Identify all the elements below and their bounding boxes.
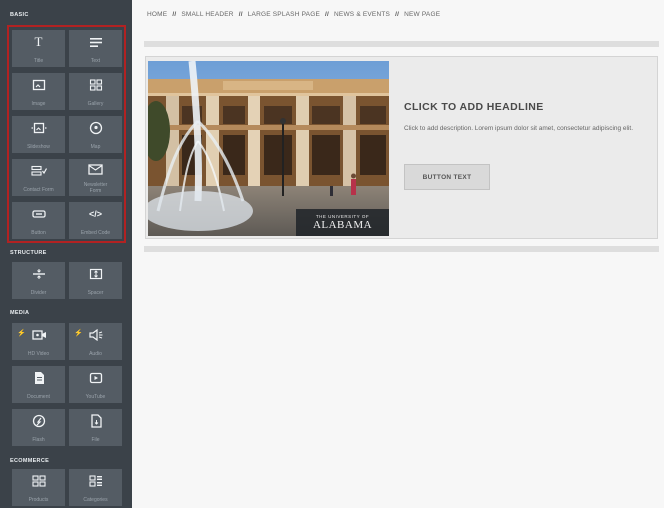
tile-label: HD Video (27, 350, 50, 357)
campus-photo[interactable]: THE UNIVERSITY OF ALABAMA (148, 61, 389, 236)
gallery-icon (69, 78, 122, 92)
tile-label: Contact Form (23, 186, 54, 193)
tile-label: Gallery (87, 100, 104, 107)
audio-icon (69, 328, 122, 342)
tile-label: Title (33, 57, 44, 64)
slideshow-icon (12, 121, 65, 135)
section-divider-top[interactable] (144, 41, 659, 47)
flash-icon (12, 414, 65, 428)
tile-label: Categories (83, 496, 108, 503)
tile-contact-form[interactable]: Contact Form (12, 159, 65, 196)
tile-flash[interactable]: Flash (12, 409, 65, 446)
page-canvas: HOME // SMALL HEADER // LARGE SPLASH PAGE // N… (132, 0, 664, 508)
section-divider-bottom[interactable] (144, 246, 659, 252)
newsletter-icon (69, 162, 122, 176)
tile-newsletter-form[interactable]: Newsletter Form (69, 159, 122, 196)
tile-image[interactable]: Image (12, 73, 65, 110)
products-icon (12, 474, 65, 488)
photo-caption-large: ALABAMA (312, 219, 373, 231)
tile-hd-video[interactable]: ⚡ HD Video (12, 323, 65, 360)
tile-categories[interactable]: Categories (69, 469, 122, 506)
page-navigation: HOME // SMALL HEADER // LARGE SPLASH PAGE // N… (147, 11, 440, 18)
nav-item-home[interactable]: HOME (147, 11, 167, 18)
splash-section[interactable]: THE UNIVERSITY OF ALABAMA CLICK TO ADD H… (145, 56, 658, 239)
tile-label: Divider (30, 289, 47, 296)
tile-divider[interactable]: Divider (12, 262, 65, 299)
image-icon (12, 78, 65, 92)
file-icon (69, 414, 122, 428)
tile-label: Map (90, 143, 101, 150)
categories-icon (69, 474, 122, 488)
tile-label: Audio (89, 350, 102, 357)
nav-separator: // (172, 11, 177, 18)
nav-item-new-page[interactable]: NEW PAGE (404, 11, 440, 18)
tile-file[interactable]: File (69, 409, 122, 446)
hero-description[interactable]: Click to add description. Lorem ipsum do… (404, 124, 652, 134)
divider-icon (12, 267, 65, 281)
section-label-basic: BASIC (10, 12, 29, 18)
element-sidebar: BASIC T Title Text Image Gallery Slidesh… (0, 0, 132, 508)
video-icon (12, 328, 65, 342)
tile-document[interactable]: Document (12, 366, 65, 403)
tile-label: Text (90, 57, 101, 64)
tile-label: Spacer (87, 289, 104, 296)
contact-form-icon (12, 164, 65, 178)
tile-slideshow[interactable]: Slideshow (12, 116, 65, 153)
tile-label: Products (28, 496, 49, 503)
youtube-icon (69, 371, 122, 385)
hero-button[interactable]: BUTTON TEXT (404, 164, 490, 190)
tile-audio[interactable]: ⚡ Audio (69, 323, 122, 360)
tile-button[interactable]: Button (12, 202, 65, 239)
nav-item-news-events[interactable]: NEWS & EVENTS (334, 11, 390, 18)
tile-embed-code[interactable]: </> Embed Code (69, 202, 122, 239)
tile-title[interactable]: T Title (12, 30, 65, 67)
section-label-structure: STRUCTURE (10, 250, 47, 256)
tile-label: YouTube (85, 393, 106, 400)
tile-label: Flash (32, 436, 45, 443)
map-icon (69, 121, 122, 135)
nav-separator: // (395, 11, 400, 18)
hero-headline[interactable]: CLICK TO ADD HEADLINE (404, 101, 544, 113)
tile-youtube[interactable]: YouTube (69, 366, 122, 403)
tile-label: Slideshow (27, 143, 50, 150)
section-label-media: MEDIA (10, 310, 30, 316)
tile-map[interactable]: Map (69, 116, 122, 153)
nav-item-large-splash-page[interactable]: LARGE SPLASH PAGE (248, 11, 320, 18)
tile-label: Document (27, 393, 50, 400)
embed-code-icon: </> (88, 209, 102, 219)
tile-label: Button (31, 229, 46, 236)
text-icon (69, 35, 122, 49)
photo-illustration (148, 61, 389, 236)
tile-label: Newsletter Form (83, 182, 108, 194)
nav-separator: // (238, 11, 243, 18)
tile-spacer[interactable]: Spacer (69, 262, 122, 299)
nav-item-small-header[interactable]: SMALL HEADER (181, 11, 233, 18)
tile-label: Embed Code (80, 229, 111, 236)
tile-products[interactable]: Products (12, 469, 65, 506)
spacer-icon (69, 267, 122, 281)
tile-gallery[interactable]: Gallery (69, 73, 122, 110)
title-icon: T (34, 34, 43, 49)
tile-text[interactable]: Text (69, 30, 122, 67)
button-icon (12, 207, 65, 221)
nav-separator: // (325, 11, 330, 18)
tile-label: Image (31, 100, 46, 107)
tile-label: File (91, 436, 100, 443)
document-icon (12, 371, 65, 385)
section-label-ecommerce: ECOMMERCE (10, 458, 50, 464)
